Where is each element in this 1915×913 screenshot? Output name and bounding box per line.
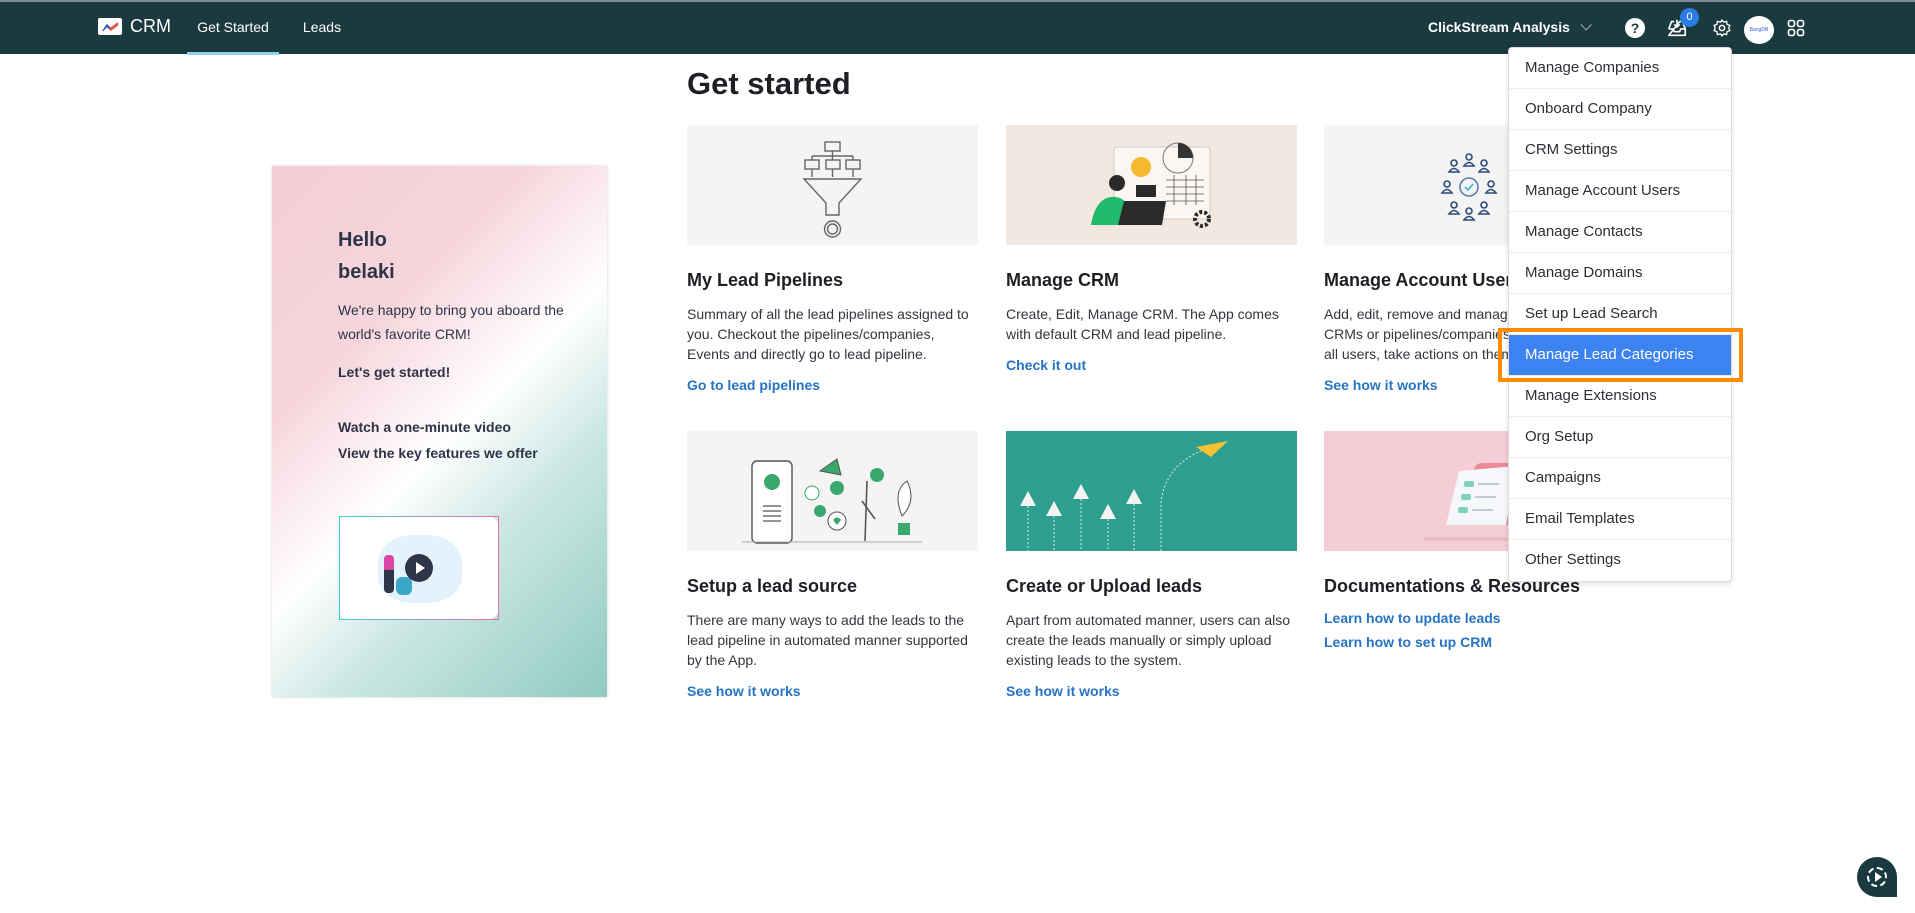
play-tour-icon	[1867, 867, 1887, 887]
tab-get-started[interactable]: Get Started	[187, 2, 279, 55]
watch-video-link[interactable]: Watch a one-minute video	[338, 414, 578, 440]
see-how-it-works-link[interactable]: See how it works	[1006, 683, 1297, 699]
check-it-out-link[interactable]: Check it out	[1006, 357, 1297, 373]
chevron-down-icon	[1580, 19, 1592, 31]
card-description: There are many ways to add the leads to …	[687, 612, 968, 668]
guided-tour-button[interactable]	[1857, 857, 1897, 897]
card-title: Setup a lead source	[687, 576, 858, 596]
crm-logo-icon	[98, 18, 122, 35]
apps-grid-icon	[1787, 19, 1805, 37]
menu-item-manage-domains[interactable]: Manage Domains	[1509, 253, 1731, 294]
menu-item-set-up-lead-search[interactable]: Set up Lead Search	[1509, 294, 1731, 335]
card-create-upload-leads: Create or Upload leads Apart from automa…	[1006, 431, 1297, 699]
card-description: Create, Edit, Manage CRM. The App comes …	[1006, 306, 1279, 342]
card-description: Apart from automated manner, users can a…	[1006, 612, 1291, 668]
help-button[interactable]: ?	[1623, 16, 1647, 40]
card-manage-crm: Manage CRM Create, Edit, Manage CRM. The…	[1006, 125, 1297, 373]
menu-item-manage-contacts[interactable]: Manage Contacts	[1509, 212, 1731, 253]
welcome-cta: Let's get started!	[338, 364, 451, 380]
card-title: Create or Upload leads	[1006, 576, 1203, 596]
menu-item-campaigns[interactable]: Campaigns	[1509, 458, 1731, 499]
settings-dropdown-menu: Manage Companies Onboard Company CRM Set…	[1508, 47, 1732, 582]
card-description: Summary of all the lead pipelines assign…	[687, 306, 969, 362]
help-icon: ?	[1625, 18, 1645, 38]
menu-item-manage-companies[interactable]: Manage Companies	[1509, 48, 1731, 89]
card-my-lead-pipelines: My Lead Pipelines Summary of all the lea…	[687, 125, 978, 393]
play-icon	[405, 554, 433, 582]
person-illustration	[384, 555, 394, 593]
menu-item-manage-account-users[interactable]: Manage Account Users	[1509, 171, 1731, 212]
brand-name: CRM	[130, 16, 171, 36]
page-title: Get started	[687, 66, 851, 101]
learn-setup-crm-link[interactable]: Learn how to set up CRM	[1324, 634, 1615, 650]
welcome-card: Hello belaki We're happy to bring you ab…	[272, 166, 607, 697]
card-title: My Lead Pipelines	[687, 270, 844, 290]
menu-item-org-setup[interactable]: Org Setup	[1509, 417, 1731, 458]
funnel-illustration	[687, 125, 978, 245]
paper-planes-illustration	[1006, 431, 1297, 551]
go-to-lead-pipelines-link[interactable]: Go to lead pipelines	[687, 377, 978, 393]
gear-icon	[1713, 19, 1731, 37]
user-name: belaki	[338, 261, 395, 283]
tab-leads[interactable]: Leads	[300, 2, 344, 54]
menu-item-crm-settings[interactable]: CRM Settings	[1509, 130, 1731, 171]
card-setup-lead-source: Setup a lead source There are many ways …	[687, 431, 978, 699]
settings-button[interactable]	[1710, 16, 1734, 40]
notification-count-badge: 0	[1680, 8, 1699, 27]
brand[interactable]: CRM	[98, 16, 171, 37]
org-selector[interactable]: ClickStream Analysis	[1428, 19, 1592, 35]
menu-item-onboard-company[interactable]: Onboard Company	[1509, 89, 1731, 130]
person-illustration	[396, 577, 412, 595]
menu-item-manage-lead-categories[interactable]: Manage Lead Categories	[1509, 335, 1731, 376]
card-title: Manage CRM	[1006, 270, 1120, 290]
welcome-message: We're happy to bring you aboard the worl…	[338, 302, 564, 342]
greeting: Hello	[338, 229, 387, 251]
apps-button[interactable]	[1784, 16, 1808, 40]
top-navigation-bar: CRM Get Started Leads ClickStream Analys…	[0, 0, 1915, 55]
menu-item-other-settings[interactable]: Other Settings	[1509, 540, 1731, 581]
learn-update-leads-link[interactable]: Learn how to update leads	[1324, 610, 1615, 626]
org-name: ClickStream Analysis	[1428, 19, 1570, 35]
avatar[interactable]: BangDB	[1744, 16, 1774, 44]
menu-item-email-templates[interactable]: Email Templates	[1509, 499, 1731, 540]
avatar-logo-text: BangDB	[1749, 27, 1769, 33]
view-features-link[interactable]: View the key features we offer	[338, 440, 578, 466]
see-how-it-works-link[interactable]: See how it works	[687, 683, 978, 699]
video-thumbnail[interactable]	[339, 516, 499, 620]
crm-dashboard-illustration	[1006, 125, 1297, 245]
menu-item-manage-extensions[interactable]: Manage Extensions	[1509, 376, 1731, 417]
lead-source-illustration	[687, 431, 978, 551]
